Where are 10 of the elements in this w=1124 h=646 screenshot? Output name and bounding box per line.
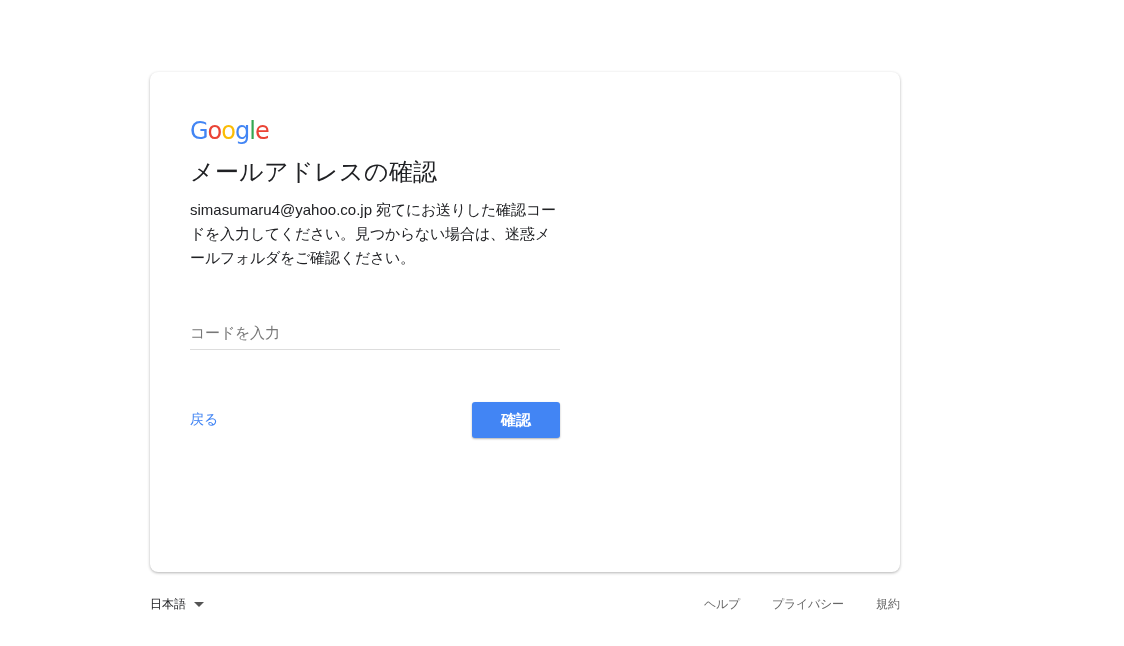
language-selector[interactable]: 日本語 <box>150 596 204 613</box>
footer-link[interactable]: 規約 <box>876 596 900 613</box>
logo: Google <box>190 116 269 146</box>
description-text: simasumaru4@yahoo.co.jp 宛てにお送りした確認コードを入力してください。見つからない場合は、迷惑メールフォルダをご確認ください。 <box>190 200 558 268</box>
footer-link[interactable]: ヘルプ <box>704 596 740 613</box>
back-link[interactable]: 戻る <box>190 411 218 429</box>
dropdown-caret-icon <box>194 602 204 607</box>
footer-link[interactable]: プライバシー <box>772 596 844 613</box>
page-title: メールアドレスの確認 <box>190 157 438 187</box>
confirm-button[interactable]: 確認 <box>472 402 560 438</box>
